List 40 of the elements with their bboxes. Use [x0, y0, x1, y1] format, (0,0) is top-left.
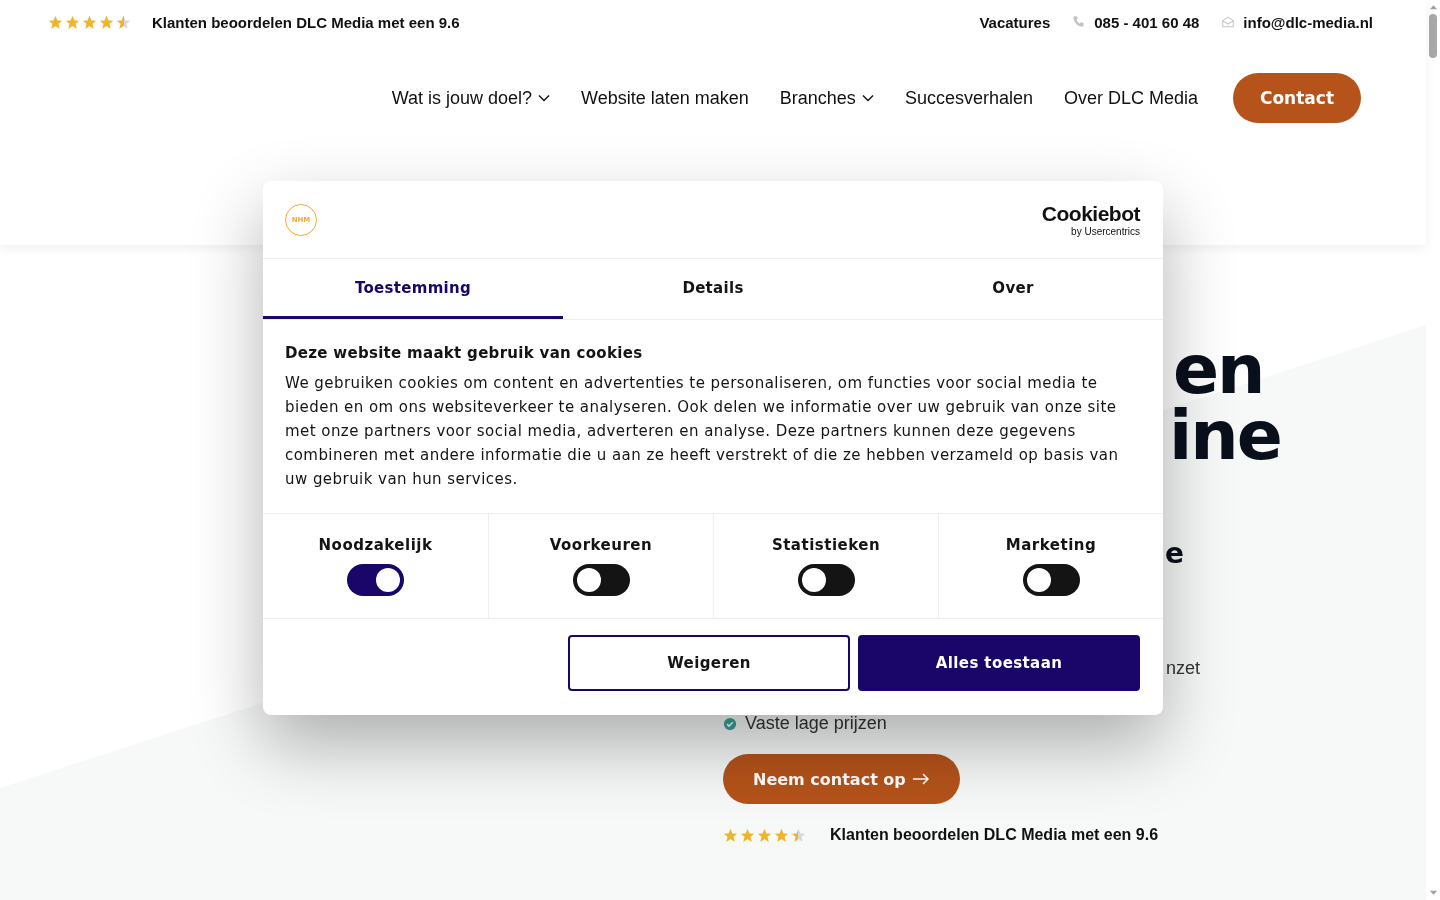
arrow-icon: [911, 773, 930, 785]
category-label: Marketing: [1005, 536, 1097, 554]
consent-button[interactable]: Alles toestaan: [858, 635, 1140, 691]
nav-link[interactable]: Branches: [779, 87, 874, 109]
scroll-up-icon[interactable]: [1428, 4, 1438, 10]
header-link[interactable]: 085 - 401 60 48: [1094, 13, 1200, 31]
dialog-text: We gebruiken cookies om content en advertenties te personaliseren, om functies voor social media te bieden en om ons websiteverkeer te analyseren. Ook delen we informatie over uw gebruik van onze site met onze partners voor social media, adverteren en analyse. Deze partners kunnen deze gegevens combineren met andere informatie die u aan ze heeft verstrekt of die ze hebben verzameld op basis van uw gebruik van hun services.: [285, 373, 1120, 490]
header-link[interactable]: info@dlc-media.nl: [1243, 13, 1373, 31]
toggle-switch[interactable]: [572, 564, 630, 596]
rating-text: Klanten beoordelen DLC Media met een 9.6: [830, 826, 1159, 844]
nav-link[interactable]: Succesverhalen: [904, 87, 1033, 109]
envelope-icon: [1221, 15, 1236, 29]
caret-icon: [538, 94, 551, 102]
hero-heading: en: [1173, 337, 1264, 403]
scrollbar-thumb[interactable]: [1429, 14, 1437, 58]
scroll-down-icon[interactable]: [1428, 890, 1438, 896]
feature-text: Vaste lage prijzen: [745, 713, 887, 734]
nav-link[interactable]: Wat is jouw doel?: [391, 87, 551, 109]
phone-icon: [1072, 15, 1087, 29]
category-label: Noodzakelijk: [318, 536, 433, 554]
consent-button[interactable]: Weigeren: [568, 635, 850, 691]
dialog-tab[interactable]: Toestemming: [263, 259, 563, 319]
feature-text: nzet: [1166, 658, 1201, 679]
nav-link[interactable]: Over DLC Media: [1063, 87, 1198, 109]
category-label: Voorkeuren: [549, 536, 653, 554]
contact-button[interactable]: Contact: [1233, 73, 1361, 123]
contact-button[interactable]: Neem contact op: [723, 754, 960, 804]
category-label: Statistieken: [771, 536, 881, 554]
hero-subheading: e: [1165, 537, 1184, 570]
caret-icon: [861, 94, 874, 102]
hero-heading: ine: [1169, 403, 1281, 469]
check-icon: [723, 716, 737, 731]
toggle-switch[interactable]: [347, 564, 404, 596]
header-link[interactable]: Vacatures: [979, 13, 1051, 31]
toggle-switch[interactable]: [797, 564, 855, 596]
cookiebot-logo: Cookiebot by Usercentrics: [1041, 202, 1140, 237]
toggle-switch[interactable]: [1022, 564, 1080, 596]
rating-text: Klanten beoordelen DLC Media met een 9.6: [152, 13, 460, 31]
dialog-title: Deze website maakt gebruik van cookies: [285, 344, 644, 362]
nav-link[interactable]: Website laten maken: [581, 87, 749, 109]
